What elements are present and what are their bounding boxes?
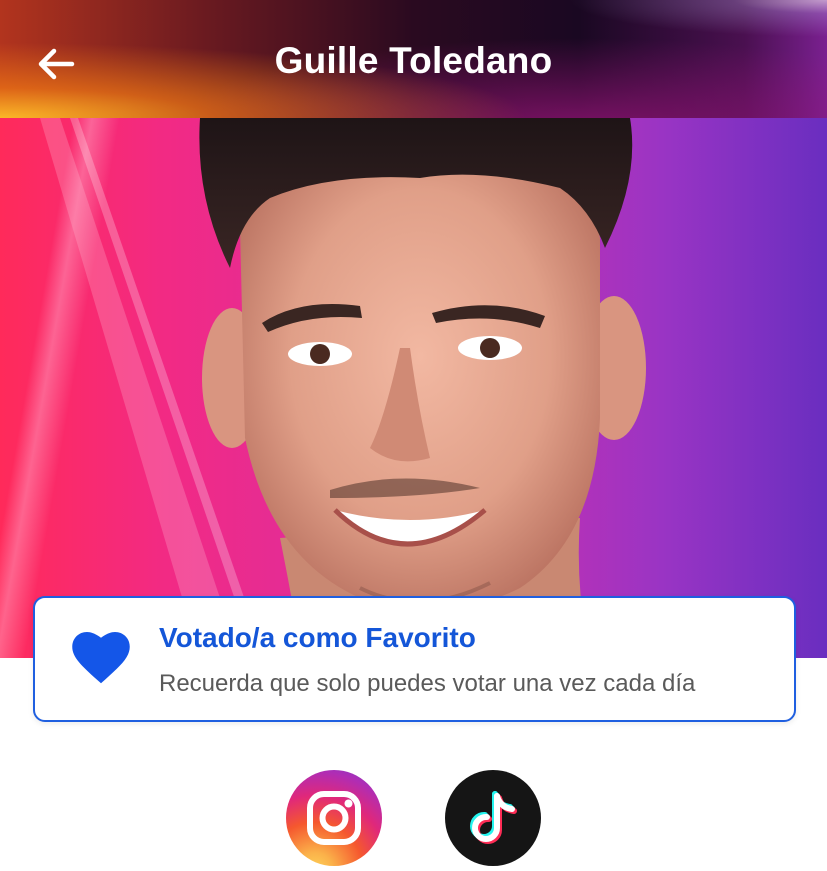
tiktok-icon bbox=[469, 791, 517, 845]
instagram-icon bbox=[307, 791, 361, 845]
tiktok-button[interactable] bbox=[445, 770, 541, 866]
vote-status-subtitle: Recuerda que solo puedes votar una vez c… bbox=[159, 670, 696, 697]
heart-icon bbox=[72, 632, 130, 684]
contestant-photo bbox=[0, 118, 827, 658]
instagram-button[interactable] bbox=[286, 770, 382, 866]
vote-status-title: Votado/a como Favorito bbox=[159, 622, 476, 653]
app-header: Guille Toledano bbox=[0, 0, 827, 118]
page-title: Guille Toledano bbox=[274, 40, 553, 81]
vote-status-card: Votado/a como Favorito Recuerda que solo… bbox=[33, 596, 796, 722]
